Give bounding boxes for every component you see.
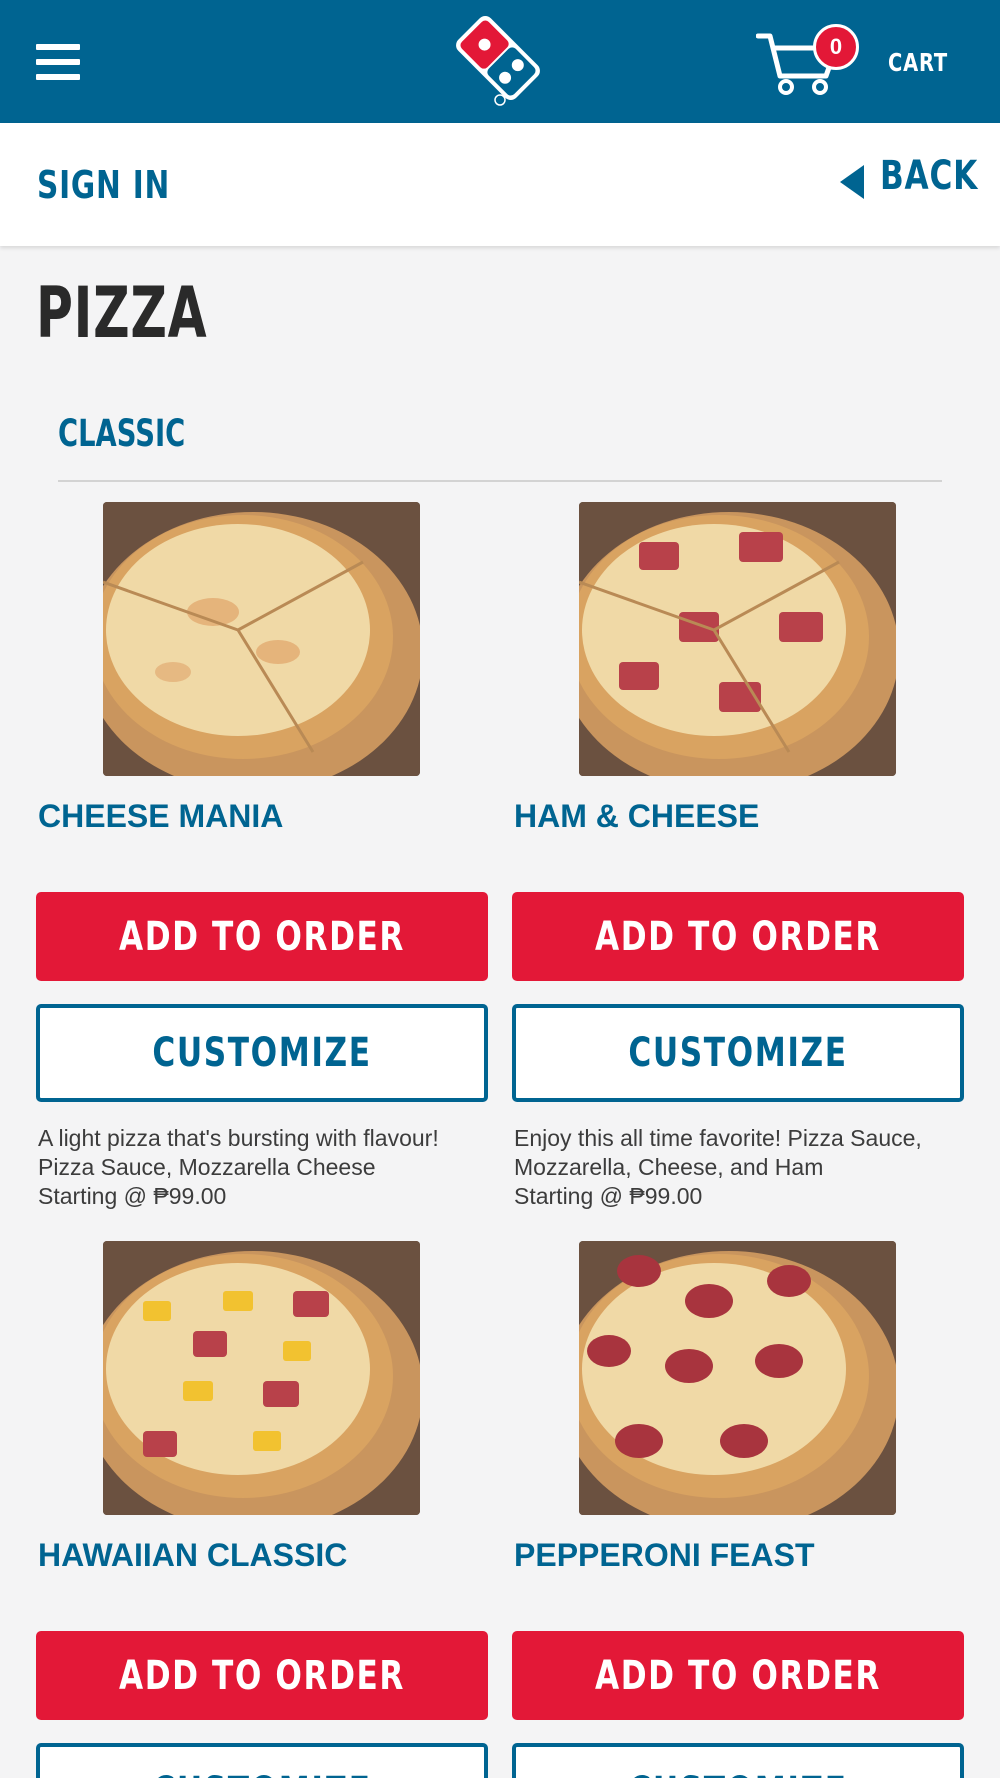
product-name[interactable]: HAWAIIAN CLASSIC <box>38 1537 347 1574</box>
add-to-order-button[interactable]: ADD TO ORDER <box>512 1631 964 1720</box>
customize-button[interactable]: CUSTOMIZE <box>36 1743 488 1778</box>
add-to-order-button[interactable]: ADD TO ORDER <box>36 1631 488 1720</box>
product-image[interactable] <box>579 502 896 776</box>
add-to-order-button[interactable]: ADD TO ORDER <box>36 892 488 981</box>
product-image[interactable] <box>103 1241 420 1515</box>
section-heading: CLASSIC <box>58 412 186 455</box>
product-image[interactable] <box>103 502 420 776</box>
cart-button[interactable]: 0 CART <box>756 24 956 104</box>
product-name[interactable]: HAM & CHEESE <box>514 798 759 835</box>
add-to-order-button[interactable]: ADD TO ORDER <box>512 892 964 981</box>
cart-label: CART <box>888 48 948 77</box>
product-price: Starting @ ₱99.00 <box>38 1183 227 1209</box>
customize-button[interactable]: CUSTOMIZE <box>36 1004 488 1102</box>
section-divider <box>58 480 942 482</box>
secondary-bar: SIGN IN BACK <box>0 123 1000 246</box>
back-arrow-icon <box>840 165 864 199</box>
product-price: Starting @ ₱99.00 <box>514 1183 703 1209</box>
product-name[interactable]: PEPPERONI FEAST <box>514 1537 815 1574</box>
top-navigation-bar: 0 CART <box>0 0 1000 123</box>
dominos-logo-icon[interactable] <box>448 8 548 108</box>
product-description: Enjoy this all time favorite! Pizza Sauc… <box>514 1124 966 1211</box>
customize-button[interactable]: CUSTOMIZE <box>512 1004 964 1102</box>
cart-count-badge: 0 <box>813 24 859 70</box>
hamburger-menu-icon[interactable] <box>36 44 80 80</box>
page-title: PIZZA <box>36 272 208 354</box>
sign-in-link[interactable]: SIGN IN <box>37 163 170 207</box>
product-image[interactable] <box>579 1241 896 1515</box>
back-label: BACK <box>880 153 979 199</box>
customize-button[interactable]: CUSTOMIZE <box>512 1743 964 1778</box>
product-description: A light pizza that's bursting with flavo… <box>38 1124 490 1211</box>
product-name[interactable]: CHEESE MANIA <box>38 798 283 835</box>
